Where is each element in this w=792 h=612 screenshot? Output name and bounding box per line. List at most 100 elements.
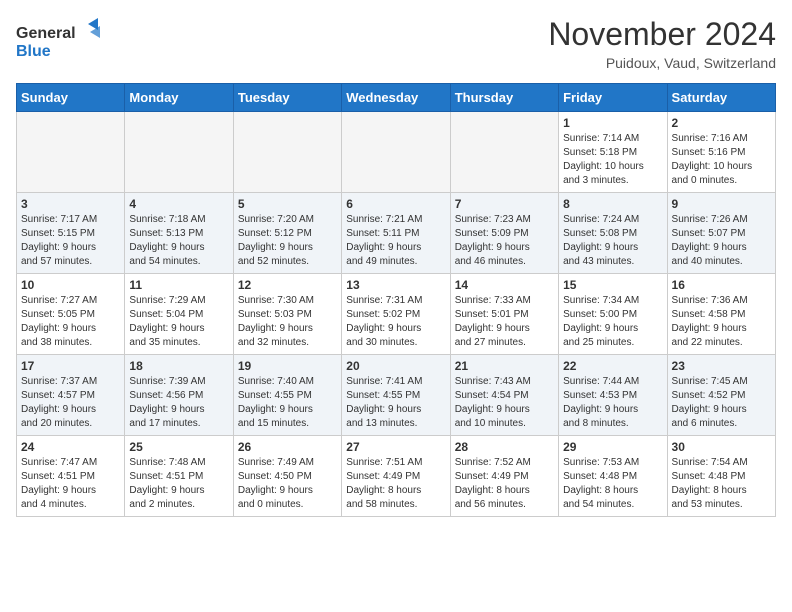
calendar-cell: 15 Sunrise: 7:34 AM Sunset: 5:00 PM Dayli… (559, 274, 667, 355)
calendar-cell: 28Sunrise: 7:52 AM Sunset: 4:49 PM Dayli… (450, 436, 558, 517)
day-number: 12 (238, 278, 337, 292)
page-container: General Blue November 2024 Puidoux, Vaud… (0, 0, 792, 533)
day-info: Sunrise: 7:40 AM Sunset: 4:55 PM Dayligh… (238, 375, 337, 431)
day-info: Sunrise: 7:20 AM Sunset: 5:12 PM Dayligh… (238, 213, 337, 269)
day-info: Sunrise: 7:30 AM Sunset: 5:03 PM Dayligh… (238, 294, 337, 350)
col-wednesday: Wednesday (342, 84, 450, 112)
day-info: Sunrise: 7:37 AM Sunset: 4:57 PM Dayligh… (21, 375, 120, 431)
calendar-cell: 22Sunrise: 7:44 AM Sunset: 4:53 PM Dayli… (559, 355, 667, 436)
calendar-cell: 23Sunrise: 7:45 AM Sunset: 4:52 PM Dayli… (667, 355, 775, 436)
day-number: 19 (238, 359, 337, 373)
day-number: 3 (21, 197, 120, 211)
col-monday: Monday (125, 84, 233, 112)
day-number: 29 (563, 440, 662, 454)
day-number: 14 (455, 278, 554, 292)
calendar-cell: 17 Sunrise: 7:37 AM Sunset: 4:57 PM Dayli… (17, 355, 125, 436)
day-info: Sunrise: 7:49 AM Sunset: 4:50 PM Dayligh… (238, 456, 337, 512)
col-thursday: Thursday (450, 84, 558, 112)
day-number: 21 (455, 359, 554, 373)
calendar-header-row: Sunday Monday Tuesday Wednesday Thursday… (17, 84, 776, 112)
calendar-week-1: 1Sunrise: 7:14 AM Sunset: 5:18 PM Daylig… (17, 112, 776, 193)
calendar-week-5: 24 Sunrise: 7:47 AM Sunset: 4:51 PM Dayli… (17, 436, 776, 517)
calendar-cell: 10 Sunrise: 7:27 AM Sunset: 5:05 PM Dayli… (17, 274, 125, 355)
calendar-cell: 30Sunrise: 7:54 AM Sunset: 4:48 PM Dayli… (667, 436, 775, 517)
calendar-cell: 19 Sunrise: 7:40 AM Sunset: 4:55 PM Dayli… (233, 355, 341, 436)
day-number: 5 (238, 197, 337, 211)
calendar-cell (233, 112, 341, 193)
calendar-cell: 8Sunrise: 7:24 AM Sunset: 5:08 PM Daylig… (559, 193, 667, 274)
calendar-cell (450, 112, 558, 193)
day-info: Sunrise: 7:45 AM Sunset: 4:52 PM Dayligh… (672, 375, 771, 431)
day-number: 17 (21, 359, 120, 373)
day-number: 6 (346, 197, 445, 211)
calendar-week-2: 3Sunrise: 7:17 AM Sunset: 5:15 PM Daylig… (17, 193, 776, 274)
day-number: 20 (346, 359, 445, 373)
calendar-cell: 13Sunrise: 7:31 AM Sunset: 5:02 PM Dayli… (342, 274, 450, 355)
calendar-cell: 7Sunrise: 7:23 AM Sunset: 5:09 PM Daylig… (450, 193, 558, 274)
day-info: Sunrise: 7:27 AM Sunset: 5:05 PM Dayligh… (21, 294, 120, 350)
location: Puidoux, Vaud, Switzerland (548, 55, 776, 71)
col-tuesday: Tuesday (233, 84, 341, 112)
day-number: 16 (672, 278, 771, 292)
calendar-cell: 20 Sunrise: 7:41 AM Sunset: 4:55 PM Dayli… (342, 355, 450, 436)
day-info: Sunrise: 7:48 AM Sunset: 4:51 PM Dayligh… (129, 456, 228, 512)
day-info: Sunrise: 7:51 AM Sunset: 4:49 PM Dayligh… (346, 456, 445, 512)
calendar-cell: 25 Sunrise: 7:48 AM Sunset: 4:51 PM Dayli… (125, 436, 233, 517)
day-info: Sunrise: 7:29 AM Sunset: 5:04 PM Dayligh… (129, 294, 228, 350)
calendar-cell: 2 Sunrise: 7:16 AM Sunset: 5:16 PM Daylig… (667, 112, 775, 193)
day-info: Sunrise: 7:26 AM Sunset: 5:07 PM Dayligh… (672, 213, 771, 269)
day-number: 30 (672, 440, 771, 454)
day-number: 26 (238, 440, 337, 454)
calendar-cell: 11 Sunrise: 7:29 AM Sunset: 5:04 PM Dayli… (125, 274, 233, 355)
logo-icon: General Blue (16, 16, 106, 60)
day-info: Sunrise: 7:24 AM Sunset: 5:08 PM Dayligh… (563, 213, 662, 269)
svg-text:General: General (16, 25, 76, 42)
day-number: 15 (563, 278, 662, 292)
day-info: Sunrise: 7:18 AM Sunset: 5:13 PM Dayligh… (129, 213, 228, 269)
calendar-cell: 9 Sunrise: 7:26 AM Sunset: 5:07 PM Daylig… (667, 193, 775, 274)
col-sunday: Sunday (17, 84, 125, 112)
col-saturday: Saturday (667, 84, 775, 112)
day-number: 9 (672, 197, 771, 211)
month-title: November 2024 (548, 16, 776, 53)
day-info: Sunrise: 7:36 AM Sunset: 4:58 PM Dayligh… (672, 294, 771, 350)
day-info: Sunrise: 7:23 AM Sunset: 5:09 PM Dayligh… (455, 213, 554, 269)
day-number: 25 (129, 440, 228, 454)
calendar-cell: 1Sunrise: 7:14 AM Sunset: 5:18 PM Daylig… (559, 112, 667, 193)
calendar-cell: 3Sunrise: 7:17 AM Sunset: 5:15 PM Daylig… (17, 193, 125, 274)
day-info: Sunrise: 7:21 AM Sunset: 5:11 PM Dayligh… (346, 213, 445, 269)
calendar-cell: 27 Sunrise: 7:51 AM Sunset: 4:49 PM Dayli… (342, 436, 450, 517)
calendar-week-3: 10 Sunrise: 7:27 AM Sunset: 5:05 PM Dayli… (17, 274, 776, 355)
day-number: 2 (672, 116, 771, 130)
calendar-cell: 14Sunrise: 7:33 AM Sunset: 5:01 PM Dayli… (450, 274, 558, 355)
day-info: Sunrise: 7:43 AM Sunset: 4:54 PM Dayligh… (455, 375, 554, 431)
day-number: 10 (21, 278, 120, 292)
day-info: Sunrise: 7:41 AM Sunset: 4:55 PM Dayligh… (346, 375, 445, 431)
day-info: Sunrise: 7:31 AM Sunset: 5:02 PM Dayligh… (346, 294, 445, 350)
day-number: 11 (129, 278, 228, 292)
day-info: Sunrise: 7:44 AM Sunset: 4:53 PM Dayligh… (563, 375, 662, 431)
day-number: 4 (129, 197, 228, 211)
calendar-week-4: 17 Sunrise: 7:37 AM Sunset: 4:57 PM Dayli… (17, 355, 776, 436)
day-info: Sunrise: 7:52 AM Sunset: 4:49 PM Dayligh… (455, 456, 554, 512)
day-info: Sunrise: 7:34 AM Sunset: 5:00 PM Dayligh… (563, 294, 662, 350)
calendar-cell: 18 Sunrise: 7:39 AM Sunset: 4:56 PM Dayli… (125, 355, 233, 436)
day-number: 27 (346, 440, 445, 454)
day-info: Sunrise: 7:16 AM Sunset: 5:16 PM Dayligh… (672, 132, 771, 188)
calendar-table: Sunday Monday Tuesday Wednesday Thursday… (16, 83, 776, 517)
calendar-cell: 24 Sunrise: 7:47 AM Sunset: 4:51 PM Dayli… (17, 436, 125, 517)
calendar-cell: 26 Sunrise: 7:49 AM Sunset: 4:50 PM Dayli… (233, 436, 341, 517)
col-friday: Friday (559, 84, 667, 112)
calendar-cell: 21 Sunrise: 7:43 AM Sunset: 4:54 PM Dayli… (450, 355, 558, 436)
day-info: Sunrise: 7:47 AM Sunset: 4:51 PM Dayligh… (21, 456, 120, 512)
svg-text:Blue: Blue (16, 43, 51, 60)
logo: General Blue (16, 16, 106, 65)
day-number: 18 (129, 359, 228, 373)
day-info: Sunrise: 7:39 AM Sunset: 4:56 PM Dayligh… (129, 375, 228, 431)
calendar-cell (342, 112, 450, 193)
logo-text: General Blue (16, 16, 106, 65)
calendar-cell: 6 Sunrise: 7:21 AM Sunset: 5:11 PM Daylig… (342, 193, 450, 274)
day-info: Sunrise: 7:14 AM Sunset: 5:18 PM Dayligh… (563, 132, 662, 188)
title-block: November 2024 Puidoux, Vaud, Switzerland (548, 16, 776, 71)
day-number: 24 (21, 440, 120, 454)
